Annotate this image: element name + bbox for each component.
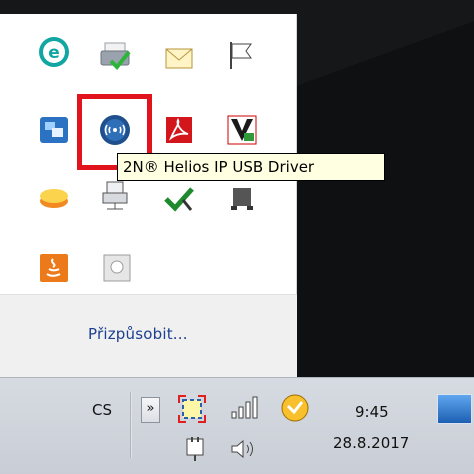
flag-icon[interactable] [224, 39, 256, 71]
volume-icon[interactable] [230, 437, 258, 461]
sync-ok-icon[interactable] [163, 182, 195, 214]
taskbar-separator [130, 392, 132, 458]
screen-capture-icon[interactable] [178, 395, 206, 423]
svg-text:e: e [48, 43, 60, 63]
adobe-acrobat-icon[interactable] [163, 114, 195, 146]
network-share-icon[interactable] [99, 179, 131, 211]
remote-desktop-icon[interactable] [38, 114, 70, 146]
java-icon[interactable] [38, 252, 70, 284]
cheese-app-icon[interactable] [38, 182, 70, 214]
mail-icon[interactable] [163, 42, 195, 74]
overflow-footer: Přizpůsobit... [0, 294, 297, 377]
language-indicator[interactable]: CS [92, 401, 112, 419]
show-hidden-icons-button[interactable]: » [141, 397, 160, 423]
customize-link[interactable]: Přizpůsobit... [88, 325, 188, 343]
show-desktop-button[interactable] [437, 394, 472, 424]
printer-ok-icon[interactable] [99, 39, 131, 71]
eset-icon[interactable]: e [38, 36, 70, 68]
update-shield-icon[interactable] [280, 393, 310, 423]
clock-time[interactable]: 9:45 [355, 403, 389, 421]
usb-device-icon[interactable] [226, 182, 258, 214]
icon-tooltip: 2N® Helios IP USB Driver [117, 153, 385, 181]
clock-date[interactable]: 28.8.2017 [333, 434, 409, 452]
vlc-like-app-icon[interactable] [226, 114, 258, 146]
disk-icon[interactable] [101, 252, 133, 284]
network-signal-icon[interactable] [229, 394, 261, 422]
notification-overflow-panel: e Přizpůsobit... [0, 14, 297, 377]
power-plug-icon[interactable] [182, 436, 208, 462]
taskbar: CS » 9:45 28.8.2017 [0, 377, 474, 474]
